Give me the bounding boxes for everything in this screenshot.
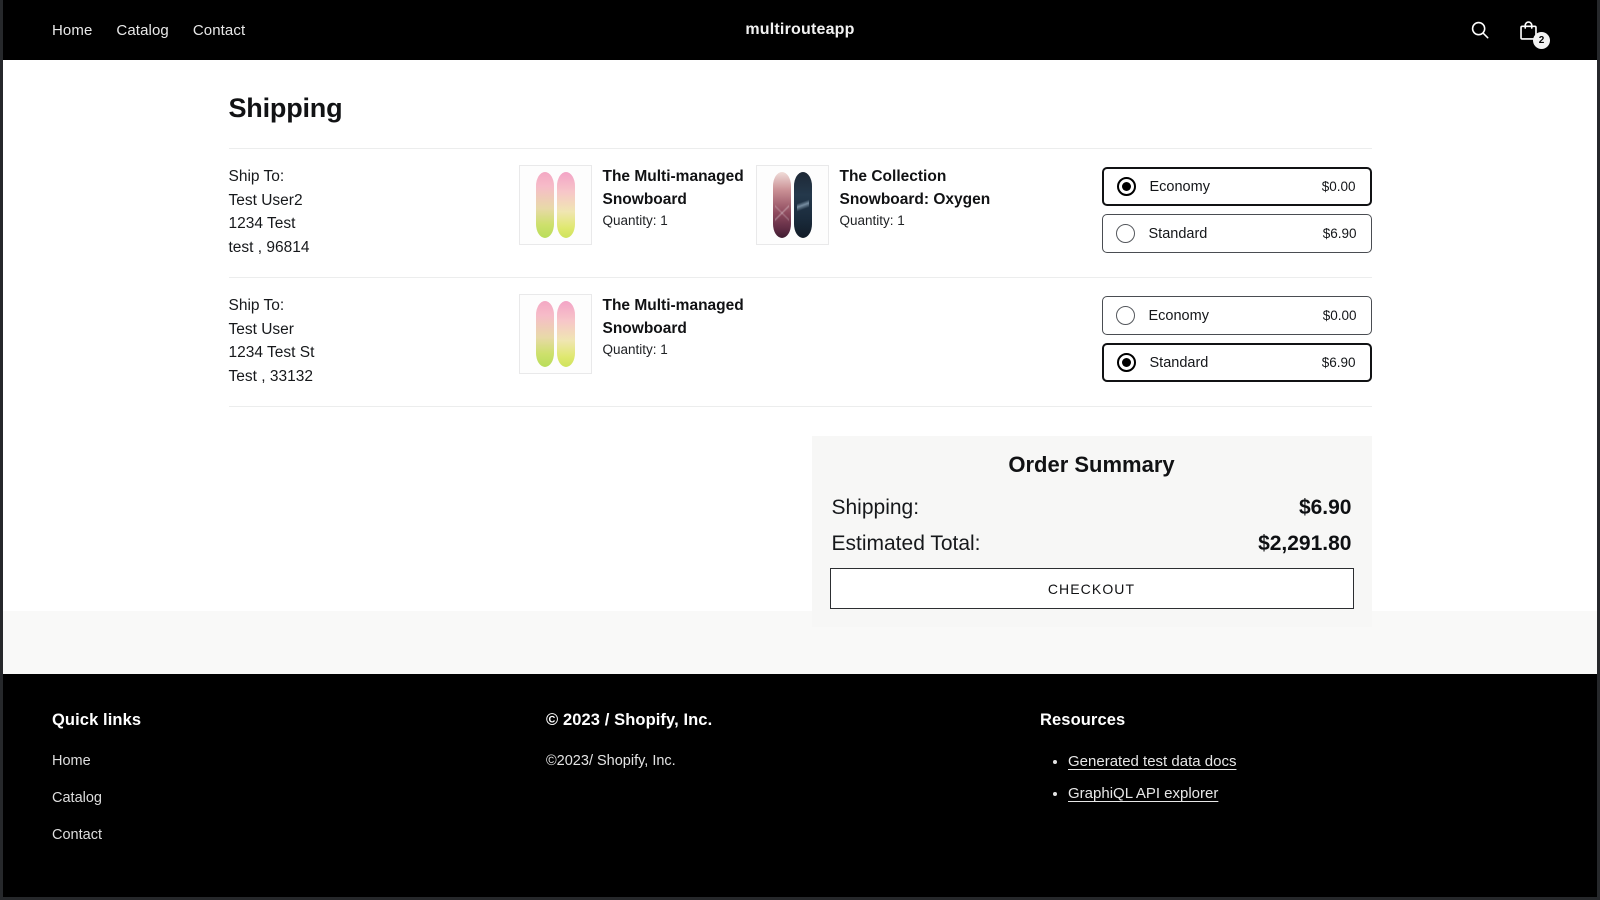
street-address: 1234 Test — [228, 215, 296, 232]
product-title: The Collection Snowboard: Oxygen — [839, 168, 991, 208]
footer-link-contact[interactable]: Contact — [52, 827, 546, 843]
search-button[interactable] — [1467, 17, 1493, 43]
page-title: Shipping — [228, 93, 343, 123]
product-thumbnail — [518, 165, 592, 245]
snowboard-graphic — [556, 301, 575, 367]
shipping-address: Ship To: Test User2 1234 Test test , 968… — [229, 165, 519, 259]
product-quantity: Quantity: 1 — [602, 342, 668, 357]
footer-heading-quick-links: Quick links — [52, 711, 142, 729]
cart-button[interactable]: 2 — [1515, 17, 1550, 49]
footer-link-home[interactable]: Home — [52, 753, 546, 769]
footer-column-copyright: © 2023 / Shopify, Inc. ©2023/ Shopify, I… — [546, 711, 1040, 864]
order-summary-area: Order Summary Shipping: $6.90 Estimated … — [229, 436, 1372, 627]
nav-link-contact[interactable]: Contact — [193, 22, 245, 39]
browser-viewport: Home Catalog Contact multirouteapp 2 Shi… — [0, 0, 1600, 900]
footer-heading-resources: Resources — [1040, 711, 1126, 729]
nav-link-home[interactable]: Home — [52, 22, 92, 39]
list-item: GraphiQL API explorer — [1068, 785, 1597, 803]
product-thumbnail — [755, 165, 829, 245]
shipping-option-label: Economy — [1148, 307, 1209, 324]
footer-link-catalog[interactable]: Catalog — [52, 790, 546, 806]
main-content: Shipping Ship To: Test User2 1234 Test t… — [3, 60, 1597, 627]
shipping-address: Ship To: Test User 1234 Test St Test , 3… — [229, 294, 519, 388]
list-item: Generated test data docs — [1068, 753, 1597, 771]
summary-value: $2,291.80 — [1258, 532, 1352, 555]
shipping-option-price: $6.90 — [1321, 355, 1356, 370]
line-item: The Collection Snowboard: Oxygen Quantit… — [755, 165, 993, 245]
shipping-options-group: Economy $0.00 Standard $6.90 — [1101, 165, 1372, 253]
line-item-text: The Multi-managed Snowboard Quantity: 1 — [603, 165, 756, 245]
shipping-option-standard[interactable]: Standard $6.90 — [1101, 214, 1372, 253]
line-item: The Multi-managed Snowboard Quantity: 1 — [518, 294, 756, 374]
shipment-row: Ship To: Test User 1234 Test St Test , 3… — [228, 278, 1372, 407]
search-icon — [1471, 21, 1489, 39]
site-footer: Quick links Home Catalog Contact © 2023 … — [3, 674, 1597, 897]
footer-column-quick-links: Quick links Home Catalog Contact — [52, 711, 546, 864]
summary-label: Estimated Total: — [831, 532, 981, 555]
shipping-option-price: $0.00 — [1322, 308, 1357, 323]
snowboard-graphic — [772, 172, 791, 238]
shipping-option-economy[interactable]: Economy $0.00 — [1101, 167, 1372, 206]
footer-resources-list: Generated test data docs GraphiQL API ex… — [1040, 753, 1597, 803]
footer-column-resources: Resources Generated test data docs Graph… — [1040, 711, 1597, 864]
radio-icon — [1115, 306, 1135, 325]
shipping-option-label: Standard — [1148, 225, 1208, 242]
shipping-option-price: $6.90 — [1322, 226, 1357, 241]
header-actions: 2 — [1467, 17, 1550, 49]
shipping-option-label: Standard — [1149, 354, 1209, 371]
snowboard-graphic — [793, 172, 812, 238]
shipping-option-label: Economy — [1149, 178, 1210, 195]
product-title: The Multi-managed Snowboard — [602, 168, 744, 208]
footer-link-generated-test-data-docs[interactable]: Generated test data docs — [1068, 753, 1236, 770]
footer-link-graphiql-api-explorer[interactable]: GraphiQL API explorer — [1068, 785, 1218, 802]
shipments-table: Ship To: Test User2 1234 Test test , 968… — [228, 148, 1372, 407]
snowboard-graphic — [535, 172, 554, 238]
shipping-option-economy[interactable]: Economy $0.00 — [1101, 296, 1372, 335]
shipping-option-standard[interactable]: Standard $6.90 — [1101, 343, 1372, 382]
city-zip: Test , 33132 — [228, 367, 313, 385]
radio-icon — [1116, 353, 1136, 372]
street-address: 1234 Test St — [228, 344, 315, 361]
radio-icon — [1115, 224, 1135, 243]
line-items: The Multi-managed Snowboard Quantity: 1 — [518, 294, 1102, 374]
checkout-button[interactable]: CHECKOUT — [829, 568, 1354, 609]
order-summary-panel: Order Summary Shipping: $6.90 Estimated … — [811, 436, 1372, 627]
line-item-text: The Multi-managed Snowboard Quantity: 1 — [603, 294, 756, 374]
recipient-name: Test User — [228, 320, 294, 338]
content-wrapper: Shipping Ship To: Test User2 1234 Test t… — [228, 60, 1372, 627]
product-quantity: Quantity: 1 — [839, 213, 905, 228]
cart-count-badge: 2 — [1533, 32, 1550, 49]
product-quantity: Quantity: 1 — [602, 213, 668, 228]
shipment-row: Ship To: Test User2 1234 Test test , 968… — [228, 149, 1372, 278]
shipping-options-group: Economy $0.00 Standard $6.90 — [1101, 294, 1372, 382]
nav-link-catalog[interactable]: Catalog — [116, 22, 168, 39]
footer-heading-copyright: © 2023 / Shopify, Inc. — [546, 711, 713, 729]
product-title: The Multi-managed Snowboard — [602, 297, 744, 337]
order-summary-title: Order Summary — [1008, 452, 1175, 477]
ship-to-label: Ship To: — [228, 297, 285, 314]
snowboard-graphic — [556, 172, 575, 238]
footer-grid: Quick links Home Catalog Contact © 2023 … — [3, 674, 1597, 864]
product-thumbnail — [518, 294, 592, 374]
primary-nav: Home Catalog Contact — [52, 22, 245, 39]
summary-label: Shipping: — [831, 496, 920, 519]
ship-to-label: Ship To: — [228, 168, 285, 185]
city-zip: test , 96814 — [228, 238, 310, 256]
recipient-name: Test User2 — [228, 191, 303, 209]
line-item: The Multi-managed Snowboard Quantity: 1 — [518, 165, 756, 245]
shipping-option-price: $0.00 — [1321, 179, 1356, 194]
line-item-text: The Collection Snowboard: Oxygen Quantit… — [840, 165, 993, 245]
summary-value: $6.90 — [1298, 496, 1352, 519]
site-header: Home Catalog Contact multirouteapp 2 — [3, 0, 1597, 60]
radio-icon — [1116, 177, 1136, 196]
summary-row-shipping: Shipping: $6.90 — [830, 496, 1354, 520]
snowboard-graphic — [535, 301, 554, 367]
summary-row-total: Estimated Total: $2,291.80 — [830, 532, 1354, 556]
footer-copyright-text: ©2023/ Shopify, Inc. — [546, 753, 676, 769]
line-items: The Multi-managed Snowboard Quantity: 1 … — [518, 165, 1102, 245]
